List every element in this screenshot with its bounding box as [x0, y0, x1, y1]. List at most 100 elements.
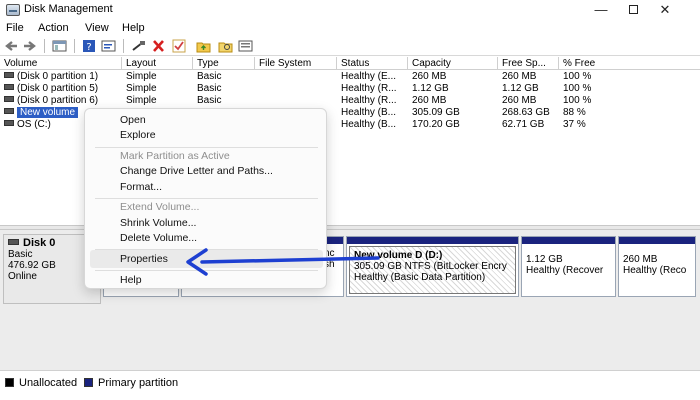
back-icon[interactable]	[4, 39, 19, 53]
menu-bar: File Action View Help	[0, 20, 700, 36]
cell-percent-free: 37 %	[563, 119, 586, 130]
column-header-type[interactable]: Type	[193, 57, 255, 70]
annotation-arrow	[186, 248, 380, 276]
legend-label-unallocated: Unallocated	[19, 377, 78, 389]
cell-status: Healthy (R...	[341, 83, 397, 94]
cell-layout: Simple	[126, 95, 157, 106]
cell-layout: Simple	[126, 83, 157, 94]
cell-capacity: 260 MB	[412, 71, 447, 82]
toolbar-separator	[123, 39, 124, 53]
menu-action[interactable]: Action	[38, 22, 69, 34]
cell-status: Healthy (E...	[341, 71, 397, 82]
cell-layout: Simple	[126, 71, 157, 82]
minimize-button[interactable]: —	[588, 1, 614, 19]
volume-name: OS (C:)	[17, 119, 51, 130]
cell-percent-free: 100 %	[563, 71, 592, 82]
volume-icon	[4, 84, 14, 91]
volume-list-header: Volume Layout Type File System Status Ca…	[0, 57, 700, 70]
cell-capacity: 170.20 GB	[412, 119, 460, 130]
partition-line2: Healthy (Recover	[526, 265, 604, 276]
cell-percent-free: 100 %	[563, 95, 592, 106]
primary-partition-bar	[619, 237, 695, 244]
title-bar: Disk Management — ✕	[0, 0, 700, 20]
cell-free-space: 260 MB	[502, 95, 537, 106]
cell-capacity: 260 MB	[412, 95, 447, 106]
volume-icon	[4, 96, 14, 103]
table-row[interactable]: (Disk 0 partition 5) Simple Basic Health…	[0, 83, 700, 95]
cell-volume: (Disk 0 partition 5)	[0, 83, 122, 95]
cell-type: Basic	[197, 95, 222, 106]
connect-drive-icon[interactable]	[131, 39, 146, 53]
column-header-free-space[interactable]: Free Sp...	[498, 57, 559, 70]
toolbar: ?	[0, 36, 700, 56]
properties-icon[interactable]	[101, 39, 116, 53]
cell-type: Basic	[197, 83, 222, 94]
disk-size: 476.92 GB	[8, 260, 56, 271]
menu-item-explore[interactable]: Explore	[90, 126, 323, 144]
volume-icon	[4, 108, 14, 115]
help-icon[interactable]: ?	[82, 39, 97, 53]
partition-recovery-1[interactable]: 1.12 GB Healthy (Recover	[521, 236, 616, 297]
cell-percent-free: 100 %	[563, 83, 592, 94]
folder-up-icon[interactable]	[196, 39, 211, 53]
cell-percent-free: 88 %	[563, 107, 586, 118]
toolbar-separator	[74, 39, 75, 53]
volume-name: (Disk 0 partition 5)	[17, 83, 99, 94]
toolbar-separator	[44, 39, 45, 53]
partition-line2: Healthy (Reco	[623, 265, 687, 276]
partition-line1: 260 MB	[623, 254, 658, 265]
show-hide-console-tree-icon[interactable]	[52, 39, 67, 53]
volume-name: (Disk 0 partition 6)	[17, 95, 99, 106]
legend-swatch-primary	[84, 378, 93, 387]
cell-volume: (Disk 0 partition 6)	[0, 95, 122, 107]
table-row[interactable]: (Disk 0 partition 6) Simple Basic Health…	[0, 95, 700, 107]
partition-recovery-2[interactable]: 260 MB Healthy (Reco	[618, 236, 696, 297]
checkmark-icon[interactable]	[172, 39, 187, 53]
delete-icon[interactable]	[151, 39, 166, 53]
column-header-file-system[interactable]: File System	[255, 57, 337, 70]
cell-free-space: 260 MB	[502, 71, 537, 82]
legend-label-primary: Primary partition	[98, 377, 179, 389]
view-icon[interactable]	[238, 39, 253, 53]
forward-icon[interactable]	[22, 39, 37, 53]
menu-item-format[interactable]: Format...	[90, 178, 323, 196]
menu-file[interactable]: File	[6, 22, 24, 34]
partition-line1: 1.12 GB	[526, 254, 563, 265]
menu-help[interactable]: Help	[122, 22, 145, 34]
column-header-status[interactable]: Status	[337, 57, 408, 70]
search-folder-icon[interactable]	[218, 39, 233, 53]
cell-free-space: 1.12 GB	[502, 83, 539, 94]
cell-type: Basic	[197, 71, 222, 82]
cell-status: Healthy (R...	[341, 95, 397, 106]
cell-status: Healthy (B...	[341, 107, 397, 118]
column-header-percent-free[interactable]: % Free	[559, 57, 700, 70]
menu-view[interactable]: View	[85, 22, 109, 34]
disk-management-app-icon	[6, 4, 20, 16]
window-title: Disk Management	[24, 3, 113, 15]
volume-name: New volume	[17, 107, 79, 118]
svg-text:?: ?	[86, 42, 91, 53]
column-header-layout[interactable]: Layout	[122, 57, 193, 70]
cell-capacity: 1.12 GB	[412, 83, 449, 94]
disk-type: Basic	[8, 249, 33, 260]
close-button[interactable]: ✕	[652, 1, 678, 19]
cell-capacity: 305.09 GB	[412, 107, 460, 118]
column-header-capacity[interactable]: Capacity	[408, 57, 498, 70]
legend-swatch-unallocated	[5, 378, 14, 387]
cell-free-space: 268.63 GB	[502, 107, 550, 118]
maximize-icon	[628, 5, 638, 14]
column-header-volume[interactable]: Volume	[0, 57, 122, 70]
volume-icon	[4, 72, 14, 79]
cell-volume: (Disk 0 partition 1)	[0, 71, 122, 83]
table-row[interactable]: (Disk 0 partition 1) Simple Basic Health…	[0, 71, 700, 83]
maximize-button[interactable]	[620, 1, 646, 19]
cell-status: Healthy (B...	[341, 119, 397, 130]
disk-name: Disk 0	[23, 237, 56, 249]
cell-free-space: 62.71 GB	[502, 119, 545, 130]
disk-status: Online	[8, 271, 37, 282]
primary-partition-bar	[522, 237, 615, 244]
legend: Unallocated Primary partition	[0, 370, 700, 400]
volume-icon	[4, 120, 14, 127]
volume-name: (Disk 0 partition 1)	[17, 71, 99, 82]
disk-icon	[8, 239, 19, 245]
